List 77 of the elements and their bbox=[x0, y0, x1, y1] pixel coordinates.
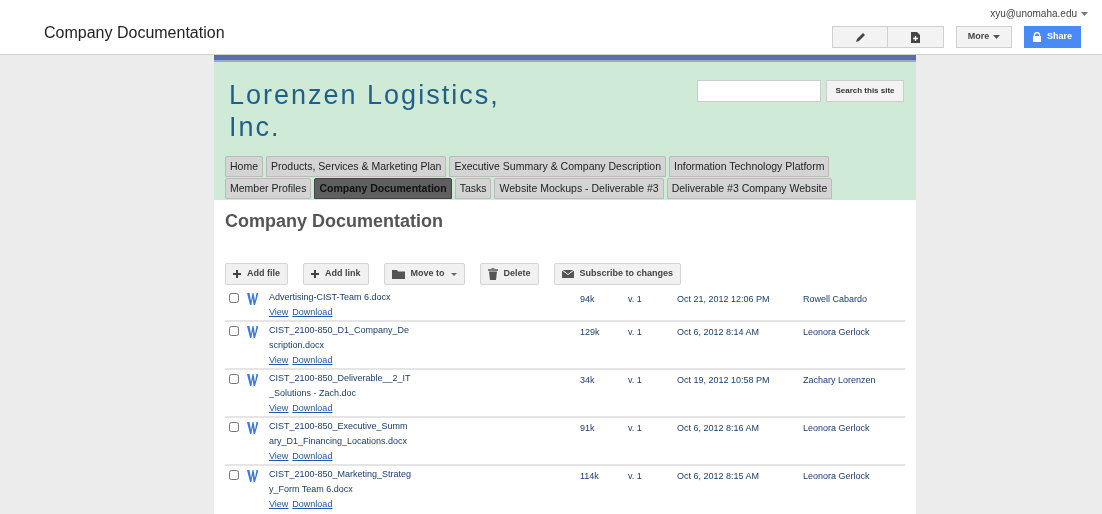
toolbar-button[interactable]: Add link bbox=[303, 263, 369, 285]
author-name: Leonora Gerlock bbox=[803, 422, 870, 435]
modified-date: Oct 6, 2012 8:15 AM bbox=[677, 470, 761, 483]
view-link[interactable]: View bbox=[269, 353, 289, 368]
new-page-icon bbox=[911, 31, 920, 43]
download-link[interactable]: Download bbox=[292, 497, 333, 512]
word-document-icon bbox=[247, 374, 258, 386]
download-link[interactable]: Download bbox=[292, 401, 333, 416]
word-document-icon bbox=[247, 470, 258, 482]
file-size: 94k bbox=[580, 293, 596, 306]
download-link[interactable]: Download bbox=[292, 353, 333, 368]
author-name: Zachary Lorenzen bbox=[803, 374, 876, 387]
word-document-icon bbox=[247, 422, 258, 434]
toolbar-button[interactable]: Subscribe to changes bbox=[553, 263, 682, 285]
nav-tab[interactable]: Executive Summary & Company Description bbox=[449, 156, 666, 177]
account-email[interactable]: xyu@unomaha.edu bbox=[990, 6, 1077, 21]
word-document-icon bbox=[247, 293, 258, 305]
row-checkbox[interactable] bbox=[229, 293, 239, 303]
file-name: CIST_2100-850_Deliverable__2_IT_Solutions - Zach.doc bbox=[269, 372, 412, 400]
file-version: v. 1 bbox=[628, 293, 643, 306]
folder-icon bbox=[391, 269, 405, 279]
site-title: Lorenzen Logistics, Inc. bbox=[229, 79, 501, 143]
author-name: Rowell Cabardo bbox=[803, 293, 868, 306]
caret-icon bbox=[450, 272, 457, 276]
row-checkbox[interactable] bbox=[229, 374, 239, 384]
caret-icon bbox=[1081, 11, 1088, 16]
trash-icon bbox=[487, 268, 498, 280]
caret-icon bbox=[993, 35, 1001, 39]
file-size: 129k bbox=[580, 326, 601, 339]
modified-date: Oct 6, 2012 8:14 AM bbox=[677, 326, 761, 339]
nav-tab[interactable]: Information Technology Platform bbox=[669, 156, 830, 177]
view-link[interactable]: View bbox=[269, 401, 289, 416]
download-link[interactable]: Download bbox=[292, 305, 333, 320]
row-checkbox[interactable] bbox=[229, 326, 239, 336]
nav-tab[interactable]: Deliverable #3 Company Website bbox=[666, 178, 833, 199]
modified-date: Oct 6, 2012 8:16 AM bbox=[677, 422, 761, 435]
file-size: 91k bbox=[580, 422, 596, 435]
file-version: v. 1 bbox=[628, 374, 643, 387]
search-button[interactable]: Search this site bbox=[826, 80, 904, 102]
new-page-button[interactable] bbox=[888, 26, 944, 48]
author-name: Leonora Gerlock bbox=[803, 326, 870, 339]
file-name: CIST_2100-850_Marketing_Strategy_Form Team 6.docx bbox=[269, 468, 412, 496]
author-name: Leonora Gerlock bbox=[803, 470, 870, 483]
page-title: Company Documentation bbox=[44, 23, 225, 43]
plus-icon bbox=[311, 270, 319, 278]
lock-icon bbox=[1033, 32, 1041, 42]
more-button[interactable]: More bbox=[956, 26, 1012, 48]
file-name: CIST_2100-850_D1_Company_Description.docx bbox=[269, 324, 411, 352]
search-field[interactable] bbox=[697, 80, 821, 102]
nav-tab[interactable]: Home bbox=[225, 156, 263, 177]
view-link[interactable]: View bbox=[269, 305, 289, 320]
file-size: 114k bbox=[580, 470, 600, 483]
nav-tab[interactable]: Products, Services & Marketing Plan bbox=[266, 156, 447, 177]
file-version: v. 1 bbox=[628, 422, 643, 435]
plus-icon bbox=[233, 270, 241, 278]
nav-tab[interactable]: Tasks bbox=[454, 178, 492, 199]
pencil-icon bbox=[854, 31, 866, 43]
nav-tab[interactable]: Website Mockups - Deliverable #3 bbox=[494, 178, 664, 199]
file-name: Advertising-CIST-Team 6.docx bbox=[269, 291, 392, 304]
file-version: v. 1 bbox=[628, 326, 643, 339]
modified-date: Oct 21, 2012 12:06 PM bbox=[677, 293, 771, 306]
word-document-icon bbox=[247, 326, 258, 338]
toolbar-button[interactable]: Add file bbox=[225, 263, 288, 285]
page-heading: Company Documentation bbox=[225, 210, 444, 233]
download-link[interactable]: Download bbox=[292, 449, 333, 464]
view-link[interactable]: View bbox=[269, 497, 289, 512]
row-checkbox[interactable] bbox=[229, 470, 239, 480]
file-size: 34k bbox=[580, 374, 596, 387]
file-version: v. 1 bbox=[628, 470, 643, 483]
modified-date: Oct 19, 2012 10:58 PM bbox=[677, 374, 771, 387]
view-link[interactable]: View bbox=[269, 449, 289, 464]
toolbar-button[interactable]: Move to bbox=[383, 263, 465, 285]
nav-tab[interactable]: Member Profiles bbox=[225, 178, 312, 199]
file-name: CIST_2100-850_Executive_Summary_D1_Financing_Locations.docx bbox=[269, 420, 409, 448]
row-checkbox[interactable] bbox=[229, 422, 239, 432]
toolbar-button[interactable]: Delete bbox=[479, 263, 539, 285]
envelope-icon bbox=[561, 270, 574, 278]
